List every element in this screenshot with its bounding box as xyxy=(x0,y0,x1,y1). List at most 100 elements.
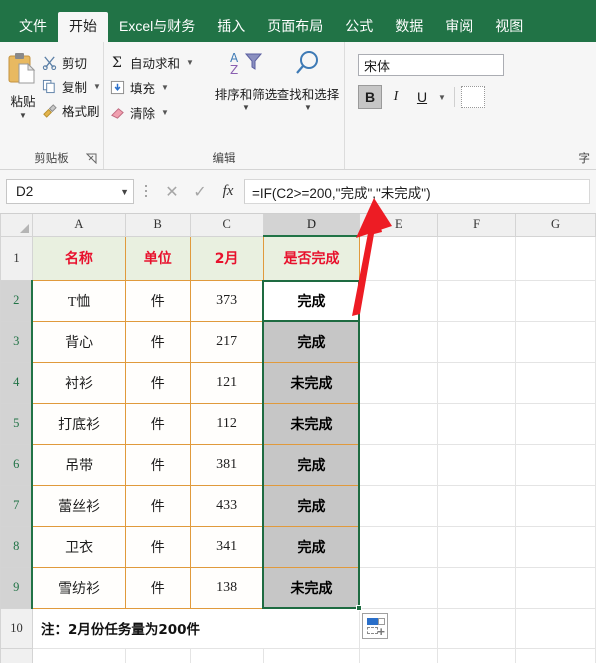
cell-b11[interactable] xyxy=(125,648,190,663)
cell-b5[interactable]: 件 xyxy=(125,403,190,444)
copy-dropdown-caret[interactable]: ▼ xyxy=(93,82,101,91)
cell-d4[interactable]: 未完成 xyxy=(263,362,360,403)
cell-e8[interactable] xyxy=(360,526,438,567)
clear-button[interactable]: 清除 ▼ xyxy=(109,102,215,122)
column-header-a[interactable]: A xyxy=(32,214,125,236)
row-header-7[interactable]: 7 xyxy=(1,485,33,526)
cell-e9[interactable] xyxy=(360,567,438,608)
cell-g5[interactable] xyxy=(516,403,596,444)
cell-c11[interactable] xyxy=(190,648,263,663)
clear-dropdown-caret[interactable]: ▼ xyxy=(161,108,169,117)
cell-d3[interactable]: 完成 xyxy=(263,321,360,362)
cell-d2[interactable]: 完成 xyxy=(263,280,360,321)
cell-d6[interactable]: 完成 xyxy=(263,444,360,485)
formula-input[interactable]: =IF(C2>=200,"完成","未完成") xyxy=(244,179,590,204)
cell-c9[interactable]: 138 xyxy=(190,567,263,608)
tab-insert[interactable]: 插入 xyxy=(206,12,256,42)
row-header-3[interactable]: 3 xyxy=(1,321,33,362)
cell-b1[interactable]: 单位 xyxy=(125,236,190,280)
row-header-6[interactable]: 6 xyxy=(1,444,33,485)
cut-button[interactable]: 剪切 xyxy=(41,52,101,72)
cell-b8[interactable]: 件 xyxy=(125,526,190,567)
cell-e2[interactable] xyxy=(360,280,438,321)
cell-c5[interactable]: 112 xyxy=(190,403,263,444)
name-box-dropdown-caret[interactable]: ▼ xyxy=(120,187,129,197)
autosum-button[interactable]: Σ 自动求和 ▼ xyxy=(109,52,215,72)
cell-a11[interactable] xyxy=(32,648,125,663)
column-header-b[interactable]: B xyxy=(125,214,190,236)
row-header-4[interactable]: 4 xyxy=(1,362,33,403)
cell-f9[interactable] xyxy=(438,567,516,608)
fill-button[interactable]: 填充 ▼ xyxy=(109,77,215,97)
cell-a9[interactable]: 雪纺衫 xyxy=(32,567,125,608)
bold-button[interactable]: B xyxy=(358,85,382,109)
cell-a2[interactable]: T恤 xyxy=(32,280,125,321)
name-box[interactable]: D2 ▼ xyxy=(6,179,134,204)
cell-a10-note[interactable]: 注：2月份任务量为200件 xyxy=(32,608,359,648)
cell-f1[interactable] xyxy=(438,236,516,280)
cell-g4[interactable] xyxy=(516,362,596,403)
cell-d8[interactable]: 完成 xyxy=(263,526,360,567)
column-header-f[interactable]: F xyxy=(438,214,516,236)
cell-g8[interactable] xyxy=(516,526,596,567)
format-painter-button[interactable]: 格式刷 xyxy=(41,100,101,120)
copy-button[interactable]: 复制 ▼ xyxy=(41,76,101,96)
paste-dropdown-caret[interactable]: ▼ xyxy=(19,111,27,120)
autofill-options-button[interactable]: + xyxy=(362,613,388,639)
cell-c4[interactable]: 121 xyxy=(190,362,263,403)
column-header-d[interactable]: D xyxy=(263,214,360,236)
cell-g7[interactable] xyxy=(516,485,596,526)
tab-home[interactable]: 开始 xyxy=(58,12,108,42)
borders-button[interactable] xyxy=(461,86,485,108)
cell-e5[interactable] xyxy=(360,403,438,444)
cell-f10[interactable] xyxy=(438,608,516,648)
cell-g2[interactable] xyxy=(516,280,596,321)
cell-d1[interactable]: 是否完成 xyxy=(263,236,360,280)
tab-view[interactable]: 视图 xyxy=(484,12,534,42)
column-header-e[interactable]: E xyxy=(360,214,438,236)
cell-e6[interactable] xyxy=(360,444,438,485)
cell-d7[interactable]: 完成 xyxy=(263,485,360,526)
cell-c2[interactable]: 373 xyxy=(190,280,263,321)
cell-f6[interactable] xyxy=(438,444,516,485)
row-header-1[interactable]: 1 xyxy=(1,236,33,280)
fill-handle[interactable] xyxy=(356,605,362,611)
tab-excel-finance[interactable]: Excel与财务 xyxy=(108,12,206,42)
cell-e7[interactable] xyxy=(360,485,438,526)
cancel-icon[interactable]: ✕ xyxy=(158,179,186,204)
find-select-dropdown-caret[interactable]: ▼ xyxy=(304,103,312,112)
cell-c8[interactable]: 341 xyxy=(190,526,263,567)
cell-c3[interactable]: 217 xyxy=(190,321,263,362)
cell-a4[interactable]: 衬衫 xyxy=(32,362,125,403)
cell-d9[interactable]: 未完成 xyxy=(263,567,360,608)
cell-d5[interactable]: 未完成 xyxy=(263,403,360,444)
clipboard-dialog-launcher-icon[interactable] xyxy=(86,153,97,164)
cell-g11[interactable] xyxy=(516,648,596,663)
cell-b2[interactable]: 件 xyxy=(125,280,190,321)
autosum-dropdown-caret[interactable]: ▼ xyxy=(186,58,194,67)
cell-b4[interactable]: 件 xyxy=(125,362,190,403)
cell-f2[interactable] xyxy=(438,280,516,321)
row-header-2[interactable]: 2 xyxy=(1,280,33,321)
cell-f5[interactable] xyxy=(438,403,516,444)
cell-g6[interactable] xyxy=(516,444,596,485)
row-header-11[interactable] xyxy=(1,648,33,663)
tab-data[interactable]: 数据 xyxy=(384,12,434,42)
cell-g10[interactable] xyxy=(516,608,596,648)
row-header-5[interactable]: 5 xyxy=(1,403,33,444)
paste-button[interactable]: 粘贴 ▼ xyxy=(5,46,41,147)
cell-c1[interactable]: 2月 xyxy=(190,236,263,280)
tab-file[interactable]: 文件 xyxy=(8,12,58,42)
row-header-9[interactable]: 9 xyxy=(1,567,33,608)
cell-f11[interactable] xyxy=(438,648,516,663)
cell-a5[interactable]: 打底衫 xyxy=(32,403,125,444)
underline-button[interactable]: U xyxy=(410,85,434,109)
cell-e4[interactable] xyxy=(360,362,438,403)
cell-c6[interactable]: 381 xyxy=(190,444,263,485)
cell-a6[interactable]: 吊带 xyxy=(32,444,125,485)
cell-g3[interactable] xyxy=(516,321,596,362)
enter-icon[interactable]: ✓ xyxy=(186,179,214,204)
cell-c7[interactable]: 433 xyxy=(190,485,263,526)
select-all-corner[interactable] xyxy=(1,214,33,236)
cell-f4[interactable] xyxy=(438,362,516,403)
